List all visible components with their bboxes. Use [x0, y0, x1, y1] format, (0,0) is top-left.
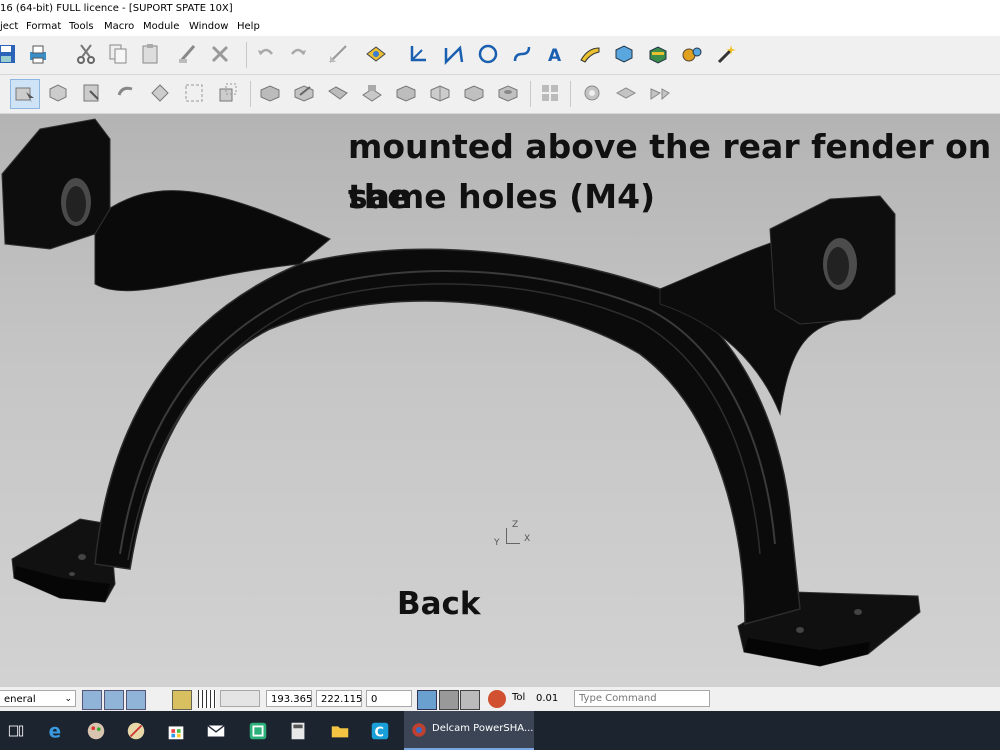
- drill-feature-icon[interactable]: [494, 79, 522, 107]
- blend-icon[interactable]: [358, 79, 386, 107]
- shaded-icon[interactable]: [256, 79, 284, 107]
- solid-view-icon[interactable]: [324, 79, 352, 107]
- ccleaner-icon[interactable]: C: [366, 717, 394, 745]
- line-icon[interactable]: [440, 40, 468, 68]
- save-icon[interactable]: [0, 40, 20, 68]
- sketch-icon[interactable]: [324, 40, 352, 68]
- settings-icon[interactable]: [578, 79, 606, 107]
- empty-field: [220, 690, 260, 707]
- view-select-icon[interactable]: [10, 79, 40, 109]
- triad-x: X: [524, 534, 531, 544]
- snap-icon[interactable]: [172, 690, 192, 710]
- tol-label: Tol: [512, 692, 526, 703]
- principal-plane-x-icon[interactable]: [82, 690, 102, 710]
- fillet-icon[interactable]: [612, 79, 640, 107]
- mail-icon[interactable]: [202, 717, 230, 745]
- tint-icon[interactable]: [362, 40, 390, 68]
- task-view-icon[interactable]: [2, 717, 30, 745]
- curve-icon[interactable]: [508, 40, 536, 68]
- window-title: 16 (64-bit) FULL licence - [SUPORT SPATE…: [0, 3, 233, 14]
- caption-line-2: same holes (M4): [348, 177, 656, 216]
- command-input[interactable]: [574, 690, 710, 707]
- taskbar-active-label: Delcam PowerSHA...: [432, 723, 534, 734]
- text-icon[interactable]: A: [542, 40, 570, 68]
- coord-x-field[interactable]: 193.365: [266, 690, 312, 707]
- paste-icon[interactable]: [136, 40, 164, 68]
- coord-z-field[interactable]: 0: [366, 690, 412, 707]
- delete-icon[interactable]: [206, 40, 234, 68]
- grid-icon[interactable]: [198, 690, 216, 708]
- svg-text:A: A: [548, 46, 562, 66]
- workplane-icon[interactable]: [404, 40, 432, 68]
- calculator-icon[interactable]: [439, 690, 459, 710]
- brush-icon[interactable]: [174, 40, 202, 68]
- menu-tools[interactable]: Tools: [69, 18, 94, 36]
- position-input-icon[interactable]: [417, 690, 437, 710]
- shell-icon[interactable]: [426, 79, 454, 107]
- graphics-viewport[interactable]: mounted above the rear fender on the sam…: [0, 114, 1000, 686]
- array-icon[interactable]: [536, 79, 564, 107]
- rotate-icon[interactable]: [112, 79, 140, 107]
- measure-icon[interactable]: [488, 690, 506, 708]
- paint3d-icon[interactable]: [122, 717, 150, 745]
- units-icon[interactable]: [460, 690, 480, 710]
- cut-icon[interactable]: [72, 40, 100, 68]
- print-icon[interactable]: [24, 40, 52, 68]
- triad-y: Y: [494, 538, 500, 548]
- powershape-icon: [412, 723, 426, 737]
- calculator-taskbar-icon[interactable]: [284, 717, 312, 745]
- principal-plane-y-icon[interactable]: [104, 690, 124, 710]
- store-icon[interactable]: [162, 717, 190, 745]
- svg-text:C: C: [375, 726, 384, 741]
- view-top-icon[interactable]: [78, 79, 106, 107]
- menu-macro[interactable]: Macro: [104, 18, 134, 36]
- macro-icon[interactable]: [678, 40, 706, 68]
- fit-icon[interactable]: [146, 79, 174, 107]
- extrude-icon[interactable]: [392, 79, 420, 107]
- copy-icon[interactable]: [104, 40, 132, 68]
- box-select-icon[interactable]: [180, 79, 208, 107]
- chevron-down-icon: ⌄: [64, 694, 72, 704]
- undo-icon[interactable]: [252, 40, 280, 68]
- edge-icon[interactable]: e: [42, 717, 70, 745]
- title-bar: 16 (64-bit) FULL licence - [SUPORT SPATE…: [0, 0, 1000, 18]
- transform-icon[interactable]: [646, 79, 674, 107]
- menu-window[interactable]: Window: [189, 18, 228, 36]
- menu-bar: ject Format Tools Macro Module Window He…: [0, 18, 1000, 36]
- coord-y-field[interactable]: 222.115: [316, 690, 362, 707]
- solid-edit-icon[interactable]: [290, 79, 318, 107]
- surface-icon[interactable]: [576, 40, 604, 68]
- view-iso-icon[interactable]: [44, 79, 72, 107]
- taskbar-powershape-button[interactable]: Delcam PowerSHA...: [404, 711, 534, 750]
- main-toolbar: A: [0, 36, 1000, 75]
- menu-format[interactable]: Format: [26, 18, 61, 36]
- tol-value[interactable]: 0.01: [532, 690, 566, 707]
- feature-icon[interactable]: [460, 79, 488, 107]
- svg-text:e: e: [49, 721, 61, 742]
- menu-module[interactable]: Module: [143, 18, 179, 36]
- triad-z: Z: [512, 520, 519, 530]
- app-green-icon[interactable]: [244, 717, 272, 745]
- status-bar: eneral ⌄ 193.365 222.115 0 Tol 0.01: [0, 686, 1000, 712]
- solid-icon[interactable]: [610, 40, 638, 68]
- taskbar: e C Delcam PowerSHA...: [0, 711, 1000, 750]
- principal-plane-z-icon[interactable]: [126, 690, 146, 710]
- wizard-icon[interactable]: [712, 40, 740, 68]
- circle-icon[interactable]: [474, 40, 502, 68]
- zoom-box-icon[interactable]: [214, 79, 242, 107]
- menu-help[interactable]: Help: [237, 18, 260, 36]
- back-label: Back: [397, 586, 481, 622]
- view-toolbar: [0, 75, 1000, 114]
- mode-select[interactable]: eneral ⌄: [0, 690, 76, 707]
- redo-icon[interactable]: [284, 40, 312, 68]
- explorer-icon[interactable]: [326, 717, 354, 745]
- paint-icon[interactable]: [82, 717, 110, 745]
- mode-value: eneral: [4, 694, 36, 705]
- axis-triad: Z X Y: [488, 520, 538, 550]
- menu-object[interactable]: ject: [0, 18, 18, 36]
- drill-icon[interactable]: [644, 40, 672, 68]
